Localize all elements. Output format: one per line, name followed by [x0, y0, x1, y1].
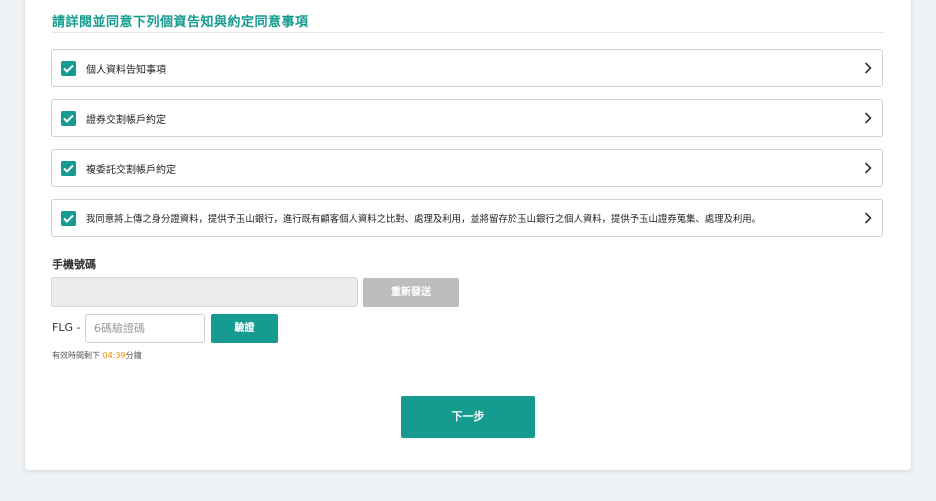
agreement-label: 個人資料告知事項 — [86, 65, 166, 76]
checkbox-checked-icon[interactable] — [61, 161, 76, 176]
checkbox-checked-icon[interactable] — [61, 61, 76, 76]
timer-value: 04:39 — [102, 351, 126, 360]
checkbox-checked-icon[interactable] — [61, 111, 76, 126]
phone-input[interactable] — [51, 277, 358, 307]
agreement-item-securities-account[interactable]: 證券交割帳戶約定 — [51, 99, 883, 137]
chevron-right-icon — [864, 112, 872, 124]
agreement-item-id-data-consent[interactable]: 我同意將上傳之身分證資料，提供予玉山銀行，進行既有顧客個人資料之比對、處理及利用… — [51, 199, 883, 237]
agreement-item-privacy[interactable]: 個人資料告知事項 — [51, 49, 883, 87]
otp-prefix-label: FLG - — [52, 321, 81, 334]
chevron-right-icon — [864, 62, 872, 74]
timer-text: 有效時間剩下 04:39分鐘 — [52, 350, 142, 361]
resend-button[interactable]: 重新發送 — [363, 278, 459, 307]
verify-button[interactable]: 驗證 — [211, 314, 278, 343]
checkbox-checked-icon[interactable] — [61, 211, 76, 226]
chevron-right-icon — [864, 212, 872, 224]
agreement-label: 我同意將上傳之身分證資料，提供予玉山銀行，進行既有顧客個人資料之比對、處理及利用… — [86, 214, 762, 225]
otp-input[interactable] — [85, 314, 205, 343]
phone-label: 手機號碼 — [52, 258, 96, 271]
timer-prefix: 有效時間剩下 — [52, 351, 100, 360]
timer-suffix: 分鐘 — [125, 351, 142, 360]
next-button[interactable]: 下一步 — [401, 396, 535, 438]
section-title: 請詳閱並同意下列個資告知與約定同意事項 — [52, 15, 309, 30]
divider — [52, 32, 884, 33]
agreement-label: 證券交割帳戶約定 — [86, 115, 166, 126]
agreement-item-subbrokerage-account[interactable]: 複委託交割帳戶約定 — [51, 149, 883, 187]
chevron-right-icon — [864, 162, 872, 174]
agreement-label: 複委託交割帳戶約定 — [86, 165, 176, 176]
